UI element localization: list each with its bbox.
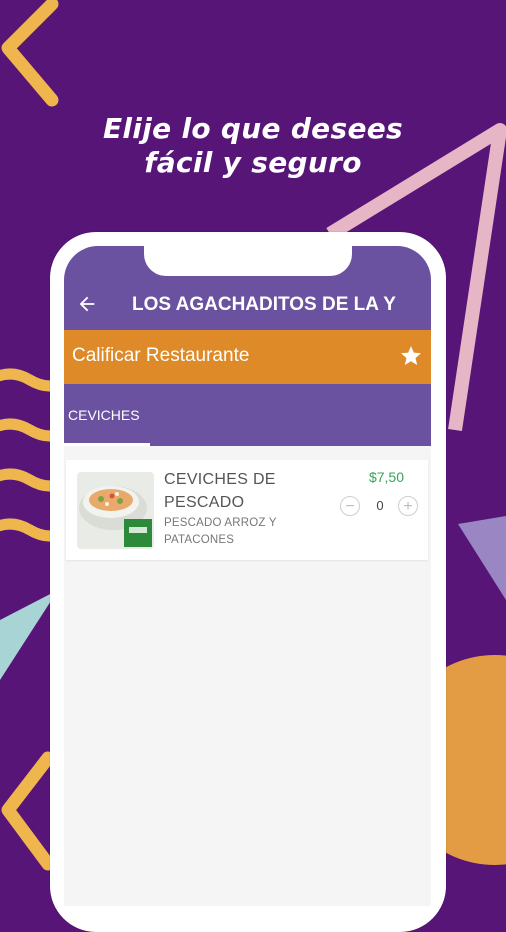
restaurant-title: LOS AGACHADITOS DE LA Y: [132, 294, 396, 315]
plus-icon: +: [403, 498, 413, 515]
quantity-value: 0: [376, 498, 384, 513]
dish-thumbnail: [77, 472, 154, 549]
tab-indicator: [64, 443, 150, 446]
back-button[interactable]: [72, 290, 102, 318]
phone-notch: [144, 246, 352, 276]
app-bar: LOS AGACHADITOS DE LA Y: [64, 246, 431, 330]
menu-item-card[interactable]: CEVICHES DE PESCADO PESCADO ARROZ Y PATA…: [66, 460, 428, 560]
rate-restaurant-button[interactable]: Calificar Restaurante: [64, 330, 431, 384]
item-name: CEVICHES DE PESCADO: [164, 471, 276, 511]
tab-ceviches[interactable]: CEVICHES: [64, 384, 150, 446]
item-price: $7,50: [368, 469, 404, 485]
promo-line-2: fácil y seguro: [144, 146, 362, 179]
app-screen: LOS AGACHADITOS DE LA Y Calificar Restau…: [64, 246, 431, 906]
category-tabs: CEVICHES: [64, 384, 431, 446]
promo-line-1: Elije lo que desees: [102, 112, 403, 145]
promo-headline: Elije lo que desees fácil y seguro: [0, 112, 506, 180]
decrement-button[interactable]: −: [340, 496, 360, 516]
arrow-left-icon: [79, 296, 95, 312]
tab-label: CEVICHES: [68, 407, 140, 423]
item-description: PESCADO ARROZ Y PATACONES: [164, 517, 277, 546]
increment-button[interactable]: +: [398, 496, 418, 516]
star-icon: [401, 346, 421, 365]
quantity-stepper: − 0 +: [340, 496, 420, 518]
minus-icon: −: [345, 498, 355, 515]
dish-image: [77, 472, 154, 549]
rate-restaurant-label: Calificar Restaurante: [72, 345, 250, 366]
